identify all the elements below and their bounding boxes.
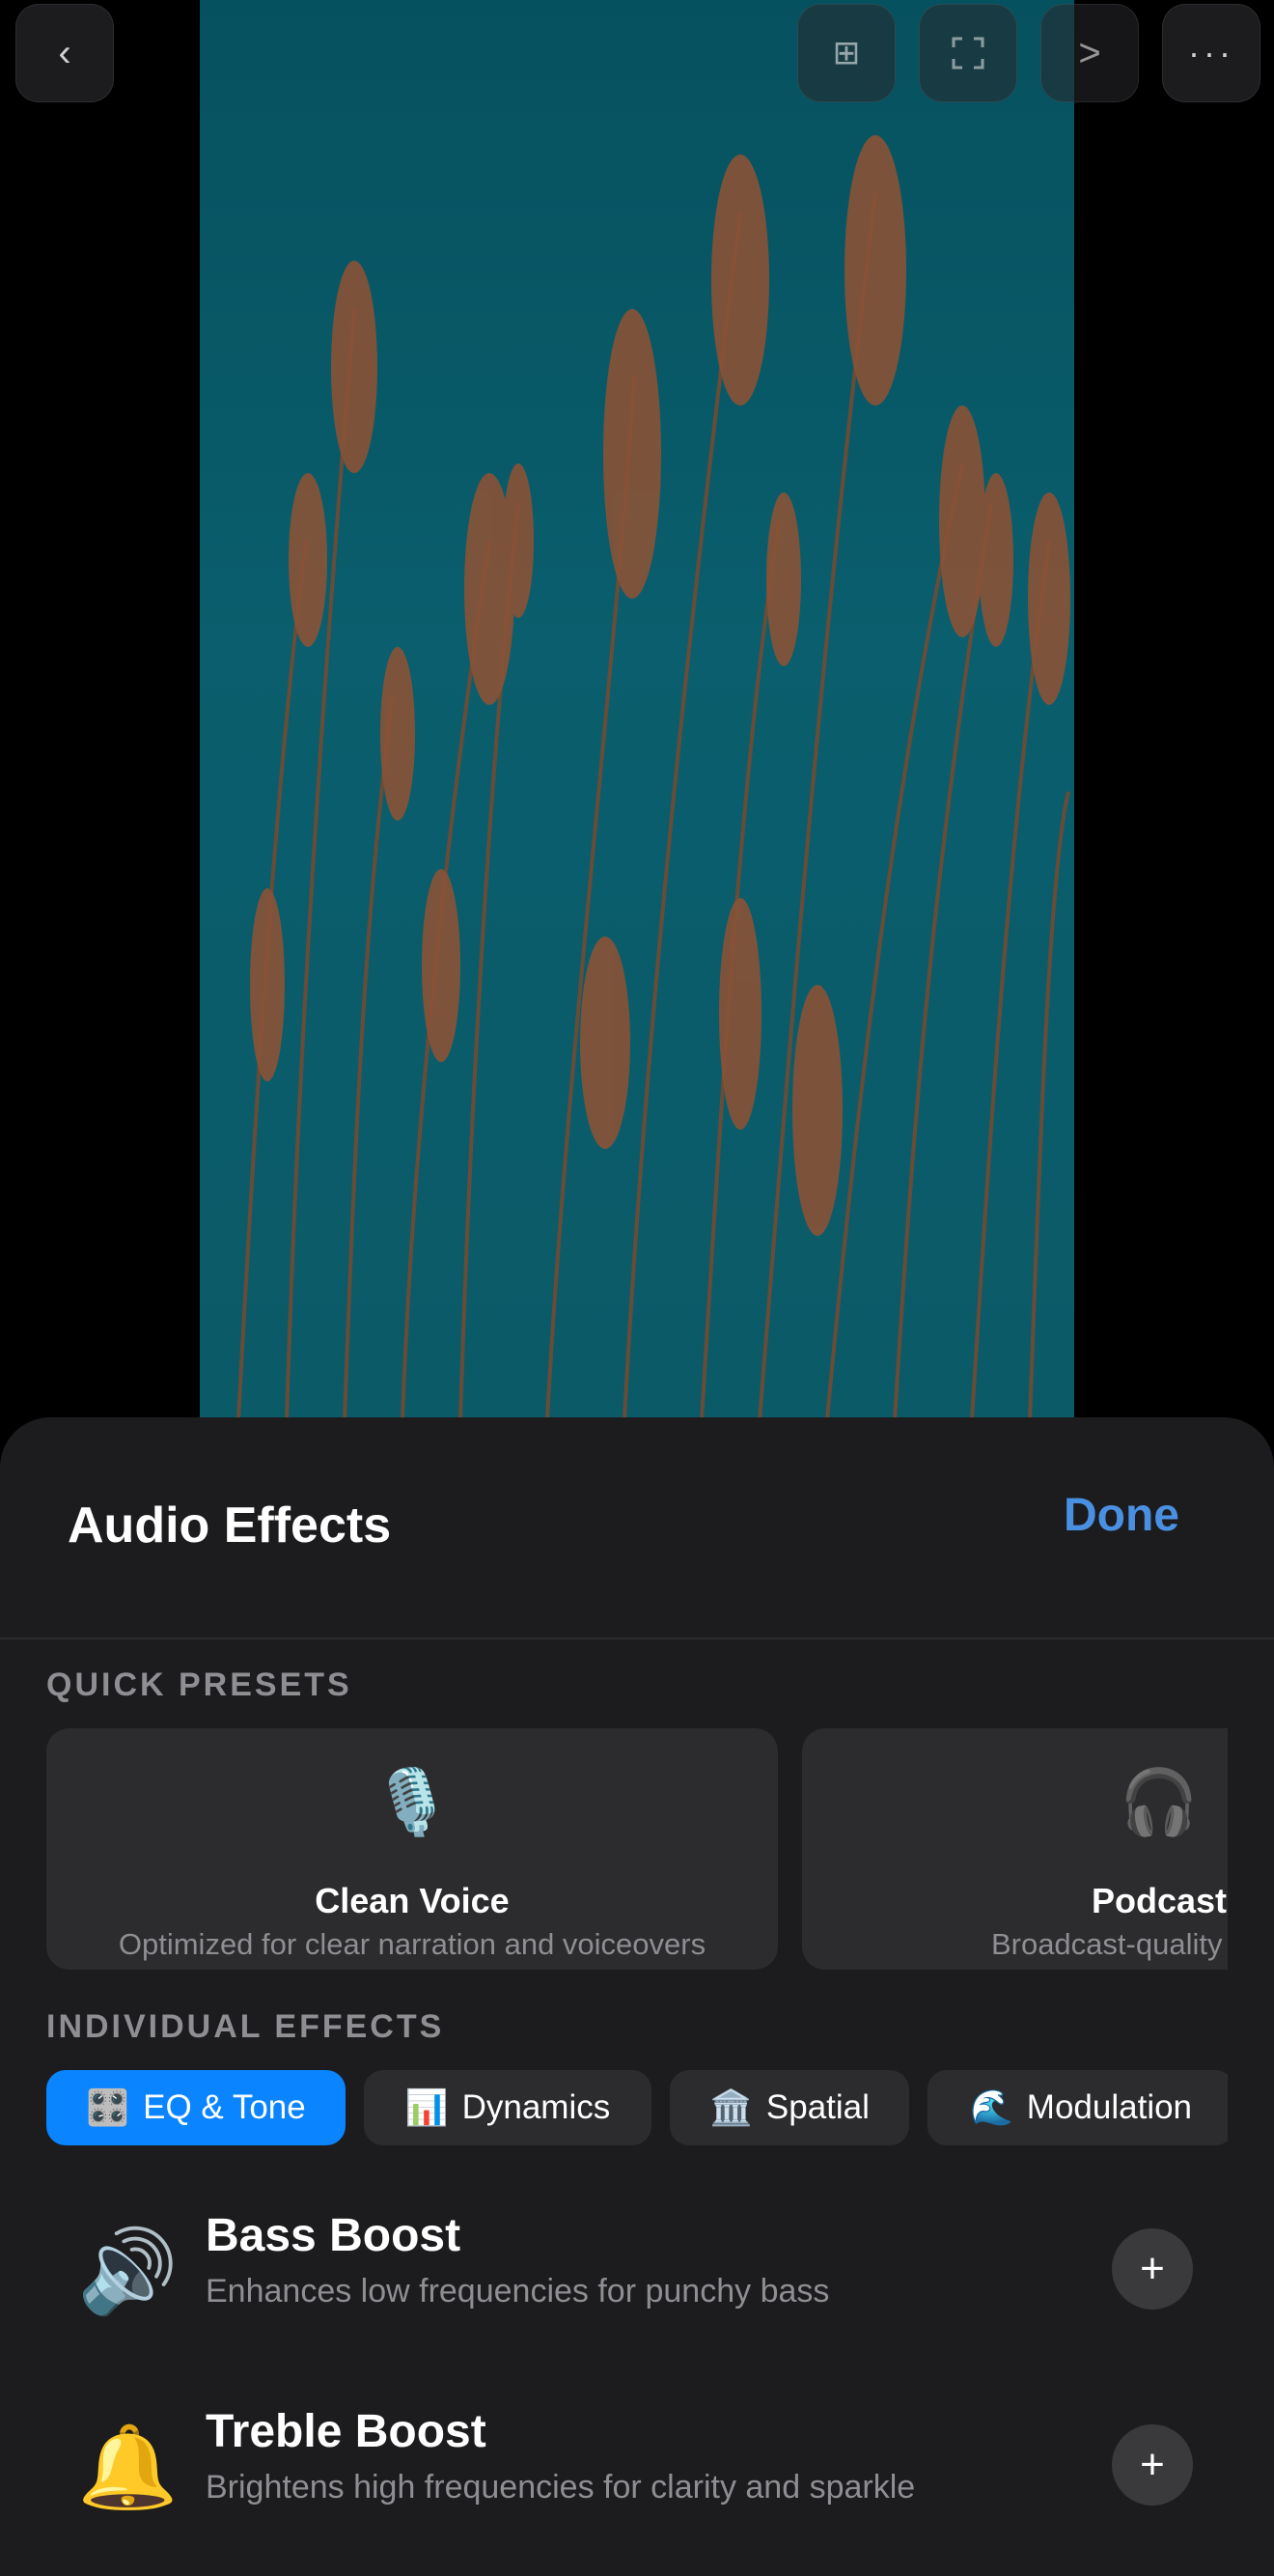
bell-icon: 🔔 [77,2422,179,2512]
tab-label: Modulation [1026,2088,1193,2126]
effect-name: Bass Boost [206,2210,461,2261]
next-button[interactable]: > [1040,4,1139,102]
bar-chart-icon: 📊 [404,2087,449,2127]
preset-name: Podcast [1091,1881,1228,1920]
effect-name: Treble Boost [206,2406,486,2457]
grid-icon: ⊞ [832,35,861,71]
effect-category-tabs[interactable]: 🎛️ EQ & Tone 📊 Dynamics 🏛️ Spatial 🌊 Mod… [46,2070,1228,2147]
control-knobs-icon: 🎛️ [86,2087,130,2127]
individual-effects-label: INDIVIDUAL EFFECTS [46,2008,445,2045]
reed-grass-image [236,135,1070,1419]
done-button[interactable]: Done [1064,1489,1179,1542]
classical-building-icon: 🏛️ [709,2087,753,2127]
more-button[interactable]: ··· [1162,4,1260,102]
studio-microphone-icon: 🎙️ [372,1766,453,1837]
fullscreen-button[interactable] [919,4,1017,102]
fullscreen-icon [952,37,984,70]
headphones-icon: 🎧 [1119,1766,1200,1837]
grid-button[interactable]: ⊞ [797,4,896,102]
add-bass-boost-button[interactable]: + [1112,2228,1193,2310]
tab-label: Dynamics [461,2088,611,2126]
preset-description: Broadcast-quality speech [990,1927,1228,1961]
preset-card-podcast[interactable]: 🎧 Podcast Broadcast-quality speech [802,1728,1228,1970]
quick-presets-label: QUICK PRESETS [46,1666,352,1703]
preset-card-clean-voice[interactable]: 🎙️ Clean Voice Optimized for clear narra… [46,1728,778,1970]
sheet-title: Audio Effects [68,1498,392,1554]
video-preview-area: ‹ ⊞ > ··· [0,0,1274,1419]
add-treble-boost-button[interactable]: + [1112,2424,1193,2506]
effect-row-bass-boost[interactable]: 🔊 Bass Boost Enhances low frequencies fo… [0,2198,1274,2342]
tab-label: Spatial [765,2088,870,2126]
tab-label: EQ & Tone [143,2088,306,2126]
back-button[interactable]: ‹ [15,4,114,102]
tab-modulation[interactable]: 🌊 Modulation [928,2070,1228,2145]
tab-eq-tone[interactable]: 🎛️ EQ & Tone [46,2070,346,2145]
video-frame[interactable] [200,0,1074,1419]
list-clip-edge [0,2510,1274,2576]
wave-icon: 🌊 [969,2087,1013,2127]
preset-name: Clean Voice [315,1881,510,1920]
divider [0,1638,1274,1639]
speaker-icon: 🔊 [77,2226,179,2316]
ellipsis-icon: ··· [1188,33,1234,72]
tab-spatial[interactable]: 🏛️ Spatial [670,2070,909,2145]
tab-dynamics[interactable]: 📊 Dynamics [364,2070,651,2145]
quick-presets-scroller[interactable]: 🎙️ Clean Voice Optimized for clear narra… [46,1728,1228,1970]
audio-effects-sheet: Audio Effects Done QUICK PRESETS 🎙️ Clea… [0,1417,1274,2576]
preset-description: Optimized for clear narration and voiceo… [118,1927,706,1961]
next-label: > [1078,31,1101,74]
chevron-left-icon: ‹ [58,31,71,74]
effect-description: Enhances low frequencies for punchy bass [206,2273,830,2310]
effect-description: Brightens high frequencies for clarity a… [206,2469,916,2506]
